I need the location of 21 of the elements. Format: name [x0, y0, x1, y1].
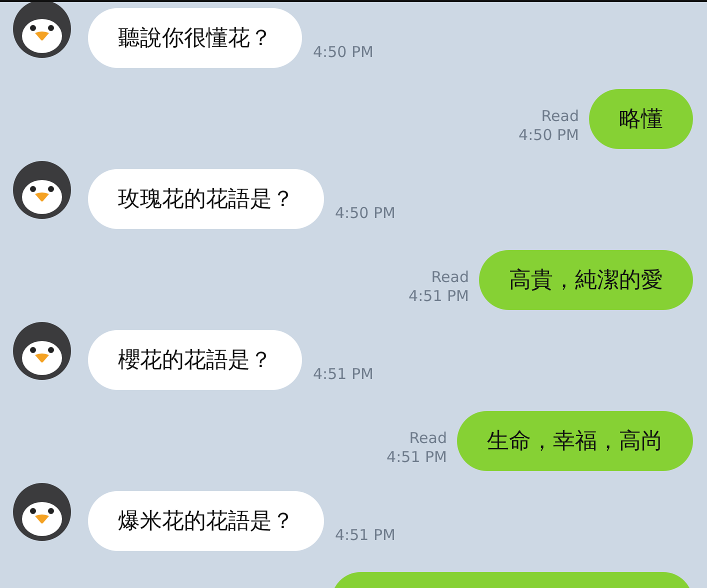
read-receipt: Read — [409, 428, 447, 448]
timestamp: 4:51 PM — [335, 526, 396, 545]
timestamp: 4:50 PM — [518, 126, 579, 144]
message-bubble: 生命，幸福，高尚 — [457, 410, 693, 470]
penguin-icon — [13, 2, 71, 58]
read-receipt: Read — [541, 106, 579, 126]
message-bubble: 玫瑰花的花語是？ — [88, 169, 324, 229]
timestamp: 4:51 PM — [386, 448, 447, 466]
timestamp: 4:50 PM — [313, 43, 374, 62]
timestamp: 4:51 PM — [313, 365, 374, 384]
message-bubble: 櫻花的花語是？ — [88, 330, 302, 390]
read-receipt: Read — [431, 268, 469, 286]
timestamp: 4:50 PM — [335, 204, 396, 223]
message-bubble: 聽說你很懂花？ — [88, 8, 302, 68]
timestamp: 4:51 PM — [408, 286, 469, 306]
penguin-icon — [13, 322, 71, 380]
penguin-icon — [13, 161, 71, 219]
message-bubble: 略懂 — [589, 88, 693, 148]
message-bubble: 高貴，純潔的愛 — [479, 250, 693, 310]
penguin-icon — [13, 483, 71, 541]
message-bubble: 爆米花的花語是？ — [88, 491, 324, 551]
